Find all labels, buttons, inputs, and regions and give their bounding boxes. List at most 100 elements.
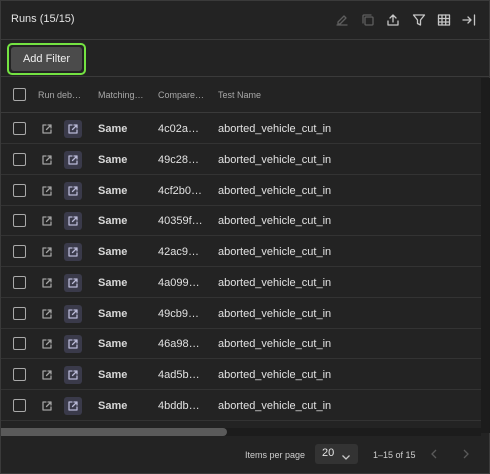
next-page-button[interactable] (459, 446, 473, 462)
matching-cell: Same (98, 277, 128, 289)
items-per-page-value: 20 (322, 447, 335, 459)
table-row[interactable]: Same 4bddb… aborted_vehicle_cut_in 1 (1, 390, 486, 421)
compare-cell: 4bddb… (158, 400, 200, 412)
row-checkbox[interactable] (13, 122, 26, 135)
pagination-range: 1–15 of 15 (373, 450, 416, 460)
test-name-cell: aborted_vehicle_cut_in (218, 277, 332, 289)
toolbar (1, 11, 490, 31)
open-debug-icon[interactable] (64, 335, 82, 353)
table-columns-icon[interactable] (435, 11, 453, 29)
column-header-matching[interactable]: Matching… (98, 90, 144, 100)
compare-cell: 4cf2b0… (158, 185, 203, 197)
chevron-left-icon (431, 449, 437, 459)
column-header-test-name[interactable]: Test Name (218, 90, 261, 100)
test-name-cell: aborted_vehicle_cut_in (218, 154, 332, 166)
edit-icon[interactable] (333, 11, 351, 29)
test-name-cell: aborted_vehicle_cut_in (218, 369, 332, 381)
column-header-run-debug[interactable]: Run deb… (38, 90, 81, 100)
matching-cell: Same (98, 215, 128, 227)
test-name-cell: aborted_vehicle_cut_in (218, 246, 332, 258)
filter-bar: Add Filter (1, 41, 490, 77)
matching-cell: Same (98, 154, 128, 166)
open-external-icon[interactable] (39, 336, 55, 352)
row-checkbox[interactable] (13, 214, 26, 227)
compare-cell: 4a099… (158, 277, 200, 289)
collapse-panel-icon[interactable] (460, 11, 478, 29)
open-debug-icon[interactable] (64, 274, 82, 292)
test-name-cell: aborted_vehicle_cut_in (218, 215, 332, 227)
compare-cell: 49c28… (158, 154, 199, 166)
compare-cell: 4c02a… (158, 123, 199, 135)
test-name-cell: aborted_vehicle_cut_in (218, 185, 332, 197)
compare-cell: 4ad5b… (158, 369, 200, 381)
add-filter-label: Add Filter (11, 47, 82, 71)
table-row[interactable]: Same 4ad5b… aborted_vehicle_cut_in 9 (1, 359, 486, 390)
open-external-icon[interactable] (39, 367, 55, 383)
row-checkbox[interactable] (13, 245, 26, 258)
table-row[interactable]: Same 4cf2b0… aborted_vehicle_cut_in 3 (1, 175, 486, 206)
open-debug-icon[interactable] (64, 366, 82, 384)
table-row[interactable]: Same 4a099… aborted_vehicle_cut_in 6 (1, 267, 486, 298)
matching-cell: Same (98, 185, 128, 197)
horizontal-scrollbar[interactable] (1, 428, 481, 436)
select-all-checkbox[interactable] (13, 88, 26, 101)
compare-cell: 42ac9… (158, 246, 199, 258)
chevron-right-icon (463, 449, 469, 459)
previous-page-button[interactable] (427, 446, 441, 462)
open-external-icon[interactable] (39, 152, 55, 168)
compare-cell: 46a98… (158, 338, 200, 350)
table-row[interactable]: Same 42ac9… aborted_vehicle_cut_in 5 (1, 236, 486, 267)
open-external-icon[interactable] (39, 213, 55, 229)
open-debug-icon[interactable] (64, 151, 82, 169)
matching-cell: Same (98, 246, 128, 258)
matching-cell: Same (98, 123, 128, 135)
test-name-cell: aborted_vehicle_cut_in (218, 400, 332, 412)
table-row[interactable]: Same 46a98… aborted_vehicle_cut_in 8 (1, 328, 486, 359)
open-debug-icon[interactable] (64, 243, 82, 261)
row-checkbox[interactable] (13, 368, 26, 381)
open-debug-icon[interactable] (64, 305, 82, 323)
table-row[interactable]: Same 49c28… aborted_vehicle_cut_in 2 (1, 144, 486, 175)
open-debug-icon[interactable] (64, 120, 82, 138)
runs-panel: Runs (15/15) Add Filter Run deb… Matchin… (0, 0, 490, 474)
column-header-compare[interactable]: Compare… (158, 90, 204, 100)
panel-header: Runs (15/15) (1, 1, 490, 40)
pagination-footer: Items per page 20 1–15 of 15 (1, 436, 490, 474)
row-checkbox[interactable] (13, 184, 26, 197)
open-external-icon[interactable] (39, 121, 55, 137)
open-debug-icon[interactable] (64, 212, 82, 230)
matching-cell: Same (98, 308, 128, 320)
matching-cell: Same (98, 338, 128, 350)
matching-cell: Same (98, 369, 128, 381)
table-row[interactable]: Same 4c02a… aborted_vehicle_cut_in 1 (1, 113, 486, 144)
table-row[interactable]: Same 40359f… aborted_vehicle_cut_in 4 (1, 205, 486, 236)
row-checkbox[interactable] (13, 307, 26, 320)
horizontal-scrollbar-thumb[interactable] (1, 428, 227, 436)
row-checkbox[interactable] (13, 153, 26, 166)
table-header: Run deb… Matching… Compare… Test Name S (1, 78, 487, 113)
vertical-scrollbar[interactable] (481, 78, 490, 433)
open-external-icon[interactable] (39, 244, 55, 260)
open-external-icon[interactable] (39, 275, 55, 291)
copy-icon[interactable] (359, 11, 377, 29)
share-icon[interactable] (384, 11, 402, 29)
items-per-page-label: Items per page (245, 450, 306, 460)
filter-icon[interactable] (410, 11, 428, 29)
row-checkbox[interactable] (13, 276, 26, 289)
open-external-icon[interactable] (39, 398, 55, 414)
open-debug-icon[interactable] (64, 397, 82, 415)
items-per-page-select[interactable]: 20 (315, 444, 358, 464)
row-checkbox[interactable] (13, 337, 26, 350)
compare-cell: 49cb9… (158, 308, 199, 320)
table-row[interactable]: Same 49cb9… aborted_vehicle_cut_in 7 (1, 298, 486, 329)
row-checkbox[interactable] (13, 399, 26, 412)
matching-cell: Same (98, 400, 128, 412)
open-external-icon[interactable] (39, 183, 55, 199)
test-name-cell: aborted_vehicle_cut_in (218, 308, 332, 320)
test-name-cell: aborted_vehicle_cut_in (218, 123, 332, 135)
test-name-cell: aborted_vehicle_cut_in (218, 338, 332, 350)
open-external-icon[interactable] (39, 306, 55, 322)
add-filter-button[interactable]: Add Filter (7, 43, 86, 75)
compare-cell: 40359f… (158, 215, 203, 227)
open-debug-icon[interactable] (64, 182, 82, 200)
